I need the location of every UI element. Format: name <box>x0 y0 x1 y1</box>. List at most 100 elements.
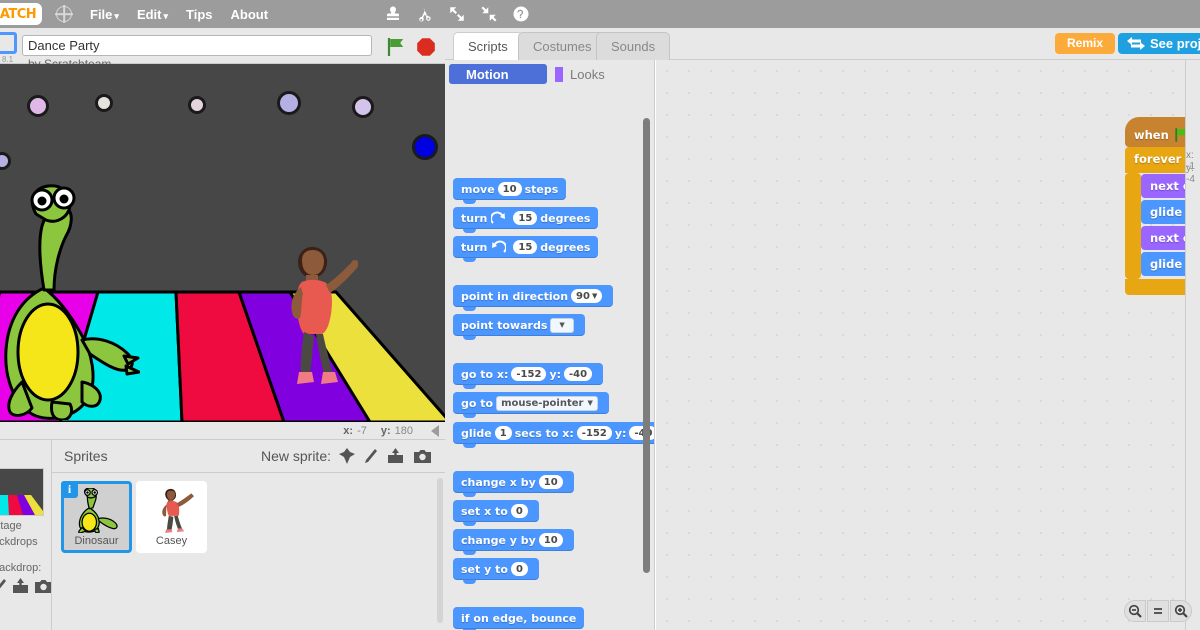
block-input-secs[interactable]: 1 <box>494 426 512 440</box>
new-backdrop-label: backdrop: <box>0 562 42 574</box>
tab-sounds[interactable]: Sounds <box>596 32 671 60</box>
block-text: change x by <box>461 475 536 489</box>
block-text: glide <box>1150 257 1183 271</box>
choose-sprite-icon[interactable] <box>339 448 355 464</box>
palette-block-if-on-edge-bounce[interactable]: if on edge, bounce <box>453 607 585 630</box>
block-input-dy[interactable]: 10 <box>538 533 563 547</box>
help-icon[interactable] <box>512 5 530 23</box>
tab-costumes[interactable]: Costumes <box>518 32 607 60</box>
palette-scrollbar[interactable] <box>643 118 650 573</box>
palette-block-change-x-by[interactable]: change x by 10 <box>453 471 574 497</box>
zoom-out-button[interactable] <box>1124 600 1146 622</box>
grow-icon[interactable] <box>448 5 466 23</box>
block-dropdown-target[interactable]: ▼ <box>550 317 575 333</box>
sprite-list-scrollbar[interactable] <box>437 478 443 623</box>
chevron-down-icon: ▾ <box>114 10 119 21</box>
block-input-y[interactable]: -40 <box>564 367 593 381</box>
category-label: Looks <box>570 66 605 82</box>
turn-left-icon <box>492 240 507 253</box>
block-input-x[interactable]: -152 <box>576 426 612 440</box>
palette-block-set-y-to[interactable]: set y to 0 <box>453 558 539 584</box>
chevron-down-icon: ▼ <box>591 292 598 300</box>
block-input-x[interactable]: -152 <box>511 367 547 381</box>
sprite-card-casey[interactable]: Casey <box>136 481 207 553</box>
category-motion[interactable]: Motion <box>449 64 547 84</box>
shrink-icon[interactable] <box>480 5 498 23</box>
palette-block-point-towards[interactable]: point towards ▼ <box>453 314 586 340</box>
category-label: Motion <box>466 66 509 82</box>
paint-new-backdrop-icon[interactable] <box>0 578 6 594</box>
camera-backdrop-icon[interactable] <box>35 579 52 593</box>
palette-block-change-y-by[interactable]: change y by 10 <box>453 529 574 555</box>
block-input-degrees[interactable]: 15 <box>513 211 538 225</box>
sprite-thumbnail-dinosaur <box>78 488 118 533</box>
block-text: set x to <box>461 504 508 518</box>
block-input-x[interactable]: 0 <box>510 504 528 518</box>
sprite-name-casey: Casey <box>155 535 188 547</box>
sprite-info-thumbnail <box>1194 88 1200 140</box>
sprite-dinosaur-on-stage[interactable] <box>0 170 140 420</box>
block-input-steps[interactable]: 10 <box>497 182 522 196</box>
palette-block-set-x-to[interactable]: set x to 0 <box>453 500 539 526</box>
disco-dot <box>95 94 113 112</box>
menu-about[interactable]: About <box>231 7 269 22</box>
camera-sprite-icon[interactable] <box>414 449 431 463</box>
block-dropdown-target[interactable]: mouse-pointer ▼ <box>496 395 598 411</box>
block-text: steps <box>524 182 559 196</box>
green-flag-icon[interactable] <box>386 37 410 57</box>
scratch-logo[interactable]: ATCH <box>0 3 42 25</box>
palette-block-go-to-object[interactable]: go to mouse-pointer ▼ <box>453 392 609 418</box>
menu-file-label: File <box>90 6 113 22</box>
sprite-casey-on-stage[interactable] <box>268 242 358 394</box>
script-canvas[interactable]: when clicked forever next co <box>656 60 1200 630</box>
tab-scripts[interactable]: Scripts <box>453 32 523 61</box>
see-project-page-button[interactable]: See proje <box>1118 33 1200 54</box>
zoom-controls <box>1124 600 1192 622</box>
disco-dot <box>27 95 49 117</box>
stage-size-arrow-icon[interactable] <box>431 425 439 437</box>
project-title-input[interactable] <box>22 35 372 56</box>
remix-button[interactable]: Remix <box>1055 33 1116 54</box>
palette-block-turn-right[interactable]: turn 15 degrees <box>453 207 599 233</box>
block-dropdown-direction[interactable]: 90 ▼ <box>571 289 603 303</box>
forever-loop-spine <box>1125 173 1141 279</box>
back-to-project-page-icon[interactable] <box>0 32 17 54</box>
block-text: point towards <box>461 318 548 332</box>
paint-sprite-icon[interactable] <box>365 448 377 464</box>
palette-block-turn-left[interactable]: turn 15 degrees <box>453 236 599 262</box>
zoom-reset-button[interactable] <box>1147 600 1169 622</box>
block-input-dx[interactable]: 10 <box>538 475 563 489</box>
new-sprite-label: New sprite: <box>260 448 331 464</box>
upload-sprite-icon[interactable] <box>387 448 404 464</box>
stage-label: Stage <box>0 520 22 532</box>
disco-dot <box>0 152 11 170</box>
palette-block-move-steps[interactable]: move 10 steps <box>453 178 567 204</box>
menu-edit[interactable]: Edit ▾ <box>137 7 168 22</box>
coord-y-label: y: <box>380 424 391 437</box>
turn-right-icon <box>491 211 506 224</box>
palette-block-glide-to-xy[interactable]: glide 1 secs to x: -152 y: -40 <box>453 422 654 448</box>
block-input-degrees[interactable]: 15 <box>513 240 538 254</box>
block-input-y[interactable]: 0 <box>510 562 528 576</box>
upload-backdrop-icon[interactable] <box>12 578 29 594</box>
remix-arrows-icon <box>1127 37 1145 50</box>
stop-sign-icon[interactable] <box>416 37 436 57</box>
menu-tips[interactable]: Tips <box>186 7 213 22</box>
category-looks[interactable]: Looks <box>553 64 651 84</box>
block-text: if on edge, bounce <box>461 611 577 625</box>
palette-block-point-in-direction[interactable]: point in direction 90 ▼ <box>453 285 614 311</box>
sprites-title: Sprites <box>64 448 108 464</box>
stage-area[interactable] <box>0 64 445 422</box>
stage-thumbnail[interactable] <box>0 468 44 516</box>
zoom-in-button[interactable] <box>1170 600 1192 622</box>
globe-icon[interactable] <box>56 6 72 22</box>
new-sprite-icons <box>339 448 431 464</box>
scissors-icon[interactable] <box>416 5 434 23</box>
palette-block-go-to-xy[interactable]: go to x: -152 y: -40 <box>453 363 604 389</box>
stamp-icon[interactable] <box>384 5 402 23</box>
category-grid: Motion Looks Sound Pen Data Events <box>449 64 651 166</box>
menu-file[interactable]: File ▾ <box>90 7 119 22</box>
scratch-logo-text: ATCH <box>0 6 37 22</box>
sprite-card-dinosaur[interactable]: i Dinosaur <box>61 481 132 553</box>
top-menu-bar: ATCH File ▾ Edit ▾ Tips About <box>0 0 1200 28</box>
